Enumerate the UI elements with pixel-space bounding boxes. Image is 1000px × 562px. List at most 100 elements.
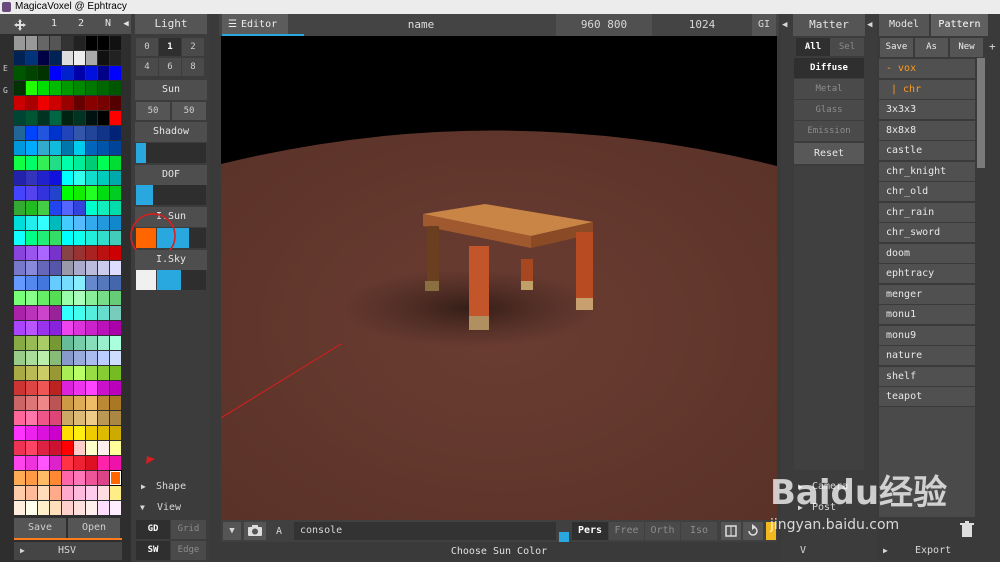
palette-swatch[interactable] <box>110 81 121 95</box>
palette-swatch[interactable] <box>86 366 97 380</box>
palette-swatch[interactable] <box>50 96 61 110</box>
shape-section[interactable]: ▶ Shape <box>135 478 207 496</box>
palette-swatch[interactable] <box>50 456 61 470</box>
light-mode-8[interactable]: 8 <box>182 58 204 76</box>
palette-swatch[interactable] <box>14 276 25 290</box>
console-input[interactable]: console <box>294 522 556 540</box>
palette-swatch[interactable] <box>74 411 85 425</box>
palette-swatch[interactable] <box>62 321 73 335</box>
palette-swatch[interactable] <box>14 366 25 380</box>
palette-swatch[interactable] <box>50 306 61 320</box>
material-metal[interactable]: Metal <box>794 79 864 99</box>
palette-swatch[interactable] <box>98 471 109 485</box>
palette-swatch[interactable] <box>86 351 97 365</box>
palette-swatch[interactable] <box>62 456 73 470</box>
file-list-item[interactable]: ephtracy <box>879 264 975 283</box>
palette-swatch[interactable] <box>74 156 85 170</box>
mode-pers[interactable]: Pers <box>572 522 608 540</box>
palette-swatch[interactable] <box>50 336 61 350</box>
palette-swatch[interactable] <box>14 381 25 395</box>
palette-swatch[interactable] <box>50 396 61 410</box>
palette-swatch[interactable] <box>62 246 73 260</box>
palette-swatch[interactable] <box>50 501 61 515</box>
light-mode-0[interactable]: 0 <box>136 38 158 56</box>
palette-swatch[interactable] <box>74 186 85 200</box>
palette-swatch[interactable] <box>26 381 37 395</box>
palette-swatch[interactable] <box>26 36 37 50</box>
palette-swatch[interactable] <box>98 456 109 470</box>
palette-swatch[interactable] <box>74 201 85 215</box>
palette-swatch[interactable] <box>50 471 61 485</box>
palette-swatch[interactable] <box>38 171 49 185</box>
palette-swatch[interactable] <box>14 396 25 410</box>
dropdown-icon[interactable]: ▼ <box>223 522 241 540</box>
palette-swatch[interactable] <box>38 366 49 380</box>
palette-swatch[interactable] <box>98 381 109 395</box>
palette-swatch[interactable] <box>62 471 73 485</box>
palette-swatch[interactable] <box>26 426 37 440</box>
palette-swatch[interactable] <box>38 201 49 215</box>
render-viewport[interactable] <box>221 36 777 520</box>
palette-swatch[interactable] <box>50 66 61 80</box>
palette-swatch[interactable] <box>74 231 85 245</box>
collapse-matter-icon[interactable]: ◀ <box>782 14 792 36</box>
palette-swatch[interactable] <box>62 351 73 365</box>
palette-swatch[interactable] <box>38 306 49 320</box>
palette-swatch[interactable] <box>26 156 37 170</box>
palette-swatch[interactable] <box>38 51 49 65</box>
palette-swatch[interactable] <box>110 96 121 110</box>
palette-swatch[interactable] <box>50 276 61 290</box>
shadow-slider[interactable] <box>136 143 206 163</box>
collapse-model-icon[interactable]: ◀ <box>867 14 877 36</box>
palette-swatch[interactable] <box>14 156 25 170</box>
palette-swatch[interactable] <box>14 96 25 110</box>
palette-swatch[interactable] <box>14 306 25 320</box>
material-diffuse[interactable]: Diffuse <box>794 58 864 78</box>
palette-swatch[interactable] <box>110 321 121 335</box>
palette-swatch[interactable] <box>98 141 109 155</box>
palette-swatch[interactable] <box>98 396 109 410</box>
palette-swatch[interactable] <box>74 366 85 380</box>
palette-swatch[interactable] <box>86 111 97 125</box>
palette-swatch[interactable] <box>110 231 121 245</box>
palette-swatch[interactable] <box>110 186 121 200</box>
palette-swatch[interactable] <box>62 291 73 305</box>
file-list-item[interactable]: chr_old <box>879 182 975 201</box>
palette-swatch[interactable] <box>50 366 61 380</box>
palette-swatch[interactable] <box>98 336 109 350</box>
palette-save-button[interactable]: Save <box>14 518 66 538</box>
palette-swatch[interactable] <box>74 51 85 65</box>
palette-swatch[interactable] <box>86 396 97 410</box>
palette-swatch[interactable] <box>74 36 85 50</box>
palette-swatch[interactable] <box>98 261 109 275</box>
rotate-icon[interactable] <box>743 522 763 540</box>
palette-swatch[interactable] <box>38 246 49 260</box>
palette-swatch[interactable] <box>14 201 25 215</box>
palette-swatch[interactable] <box>86 276 97 290</box>
palette-swatch[interactable] <box>86 186 97 200</box>
palette-swatch[interactable] <box>62 126 73 140</box>
palette-swatch[interactable] <box>86 291 97 305</box>
palette-swatch[interactable] <box>38 486 49 500</box>
palette-swatch[interactable] <box>26 471 37 485</box>
palette-swatch[interactable] <box>110 111 121 125</box>
palette-swatch[interactable] <box>26 201 37 215</box>
palette-swatch[interactable] <box>26 456 37 470</box>
palette-swatch[interactable] <box>62 111 73 125</box>
palette-swatch[interactable] <box>50 216 61 230</box>
palette-swatch[interactable] <box>110 276 121 290</box>
palette-swatch[interactable] <box>62 276 73 290</box>
palette-swatch[interactable] <box>26 351 37 365</box>
light-mode-6[interactable]: 6 <box>159 58 181 76</box>
palette-swatch[interactable] <box>110 411 121 425</box>
palette-side-e[interactable]: E <box>3 64 8 73</box>
dof-slider[interactable] <box>136 185 206 205</box>
palette-swatch[interactable] <box>98 321 109 335</box>
palette-swatch[interactable] <box>62 81 73 95</box>
palette-swatch[interactable] <box>62 36 73 50</box>
palette-swatch[interactable] <box>50 111 61 125</box>
palette-swatch[interactable] <box>98 426 109 440</box>
palette-swatch[interactable] <box>38 141 49 155</box>
palette-swatch[interactable] <box>26 486 37 500</box>
palette-swatch[interactable] <box>26 111 37 125</box>
